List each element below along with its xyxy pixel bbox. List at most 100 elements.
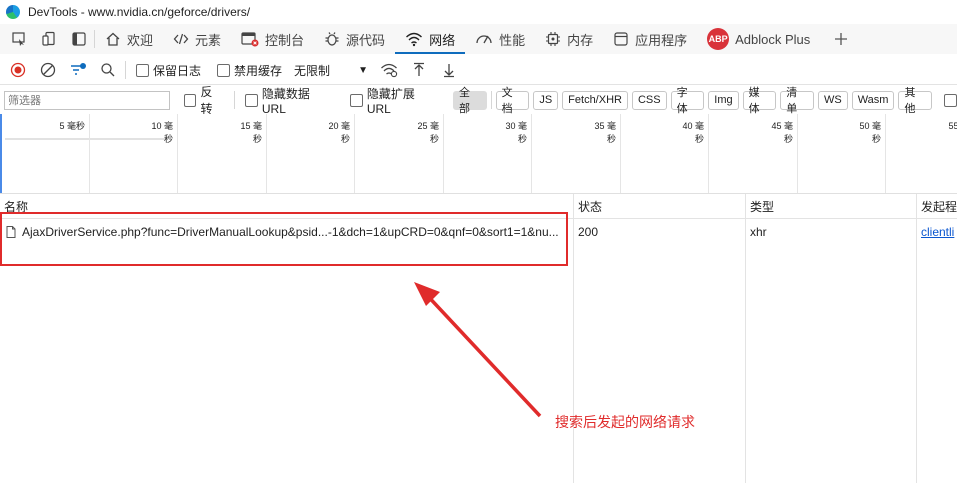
- tab-label: 源代码: [346, 32, 386, 48]
- annotation-text: 搜索后发起的网络请求: [555, 414, 695, 430]
- tab-sources[interactable]: 源代码: [314, 24, 395, 54]
- network-overview-timeline[interactable]: 5 毫秒 10 毫秒 15 毫秒 20 毫秒 25 毫秒 30 毫秒 35 毫秒 40 毫秒 4…: [0, 114, 957, 194]
- type-filter-fetch-xhr[interactable]: Fetch/XHR: [562, 90, 628, 110]
- column-header-status[interactable]: 状态: [574, 194, 745, 219]
- gauge-icon: [476, 35, 492, 44]
- hide-data-url-checkbox[interactable]: 隐藏数据 URL: [245, 85, 336, 116]
- timeline-tick-label: 25 毫秒: [417, 121, 439, 144]
- throttling-select[interactable]: 无限制 ▼: [290, 60, 372, 80]
- timeline-gridline: [354, 114, 355, 193]
- filter-separator: [490, 91, 492, 109]
- bug-icon: [325, 32, 339, 46]
- column-header-type[interactable]: 类型: [746, 194, 916, 219]
- request-initiator-cell[interactable]: clientli: [917, 220, 957, 244]
- timeline-tick-label: 40 毫秒: [682, 121, 704, 144]
- filter-icon: [71, 63, 86, 75]
- tab-label: 网络: [429, 32, 456, 48]
- disable-cache-label: 禁用缓存: [234, 63, 283, 78]
- checkbox-box[interactable]: [136, 63, 149, 77]
- timeline-tick-label: 55 毫秒: [948, 121, 957, 131]
- timeline-gridline: [531, 114, 532, 193]
- tab-welcome[interactable]: 欢迎: [95, 24, 163, 54]
- window-titlebar: DevTools - www.nvidia.cn/geforce/drivers…: [0, 0, 957, 24]
- type-filter-all[interactable]: 全部: [453, 87, 487, 115]
- checkbox-box[interactable]: [183, 93, 197, 107]
- timeline-gridline: [443, 114, 444, 193]
- checkbox-box[interactable]: [217, 63, 231, 77]
- abp-icon: ABP: [707, 28, 730, 50]
- type-filter-font[interactable]: 字体: [670, 87, 705, 115]
- timeline-gridline: [177, 114, 178, 193]
- tab-label: 应用程序: [635, 32, 688, 48]
- hide-extension-url-label: 隐藏扩展 URL: [366, 86, 415, 116]
- filter-input[interactable]: 筛选器: [4, 90, 170, 110]
- code-icon: [173, 33, 189, 45]
- window-title: DevTools - www.nvidia.cn/geforce/drivers…: [28, 5, 251, 19]
- type-filter-img[interactable]: Img: [708, 90, 739, 110]
- type-filter-js[interactable]: JS: [533, 90, 559, 110]
- disable-cache-checkbox[interactable]: 禁用缓存: [217, 62, 282, 79]
- checkbox-box[interactable]: [350, 93, 363, 107]
- timeline-gridline: [266, 114, 267, 193]
- toolbar-separator: [125, 61, 126, 79]
- hide-extension-url-checkbox[interactable]: 隐藏扩展 URL: [350, 85, 441, 116]
- search-icon: [101, 63, 115, 77]
- inspect-element-icon[interactable]: [4, 24, 34, 54]
- timeline-gridline: [708, 114, 709, 193]
- upload-icon: [414, 62, 425, 76]
- checkbox-box[interactable]: [245, 93, 258, 107]
- tab-label: Adblock Plus: [735, 31, 811, 47]
- timeline-tick-label: 50 毫秒: [859, 121, 881, 144]
- home-icon: [106, 32, 120, 46]
- request-type-cell: xhr: [750, 225, 767, 239]
- console-icon: [241, 32, 259, 47]
- blocked-requests-checkbox[interactable]: [944, 93, 957, 107]
- type-filter-wasm[interactable]: Wasm: [851, 90, 895, 110]
- tab-network[interactable]: 网络: [395, 24, 466, 54]
- timeline-tick-label: 10 毫秒: [151, 121, 173, 144]
- preserve-log-checkbox[interactable]: 保留日志: [136, 62, 201, 79]
- highlight-box: [0, 212, 568, 266]
- timeline-request-bar: [5, 138, 166, 140]
- timeline-marker: [0, 114, 2, 193]
- type-filter-doc[interactable]: 文档: [495, 87, 530, 115]
- type-filter-ws[interactable]: WS: [817, 90, 848, 110]
- tab-elements[interactable]: 元素: [163, 24, 231, 54]
- tab-adblock-plus[interactable]: ABP Adblock Plus: [697, 24, 820, 54]
- search-button[interactable]: [95, 57, 121, 83]
- app-icon: [614, 32, 628, 46]
- timeline-tick-label: 5 毫秒: [59, 121, 85, 131]
- timeline-tick-label: 15 毫秒: [240, 121, 262, 144]
- tab-label: 内存: [567, 32, 594, 48]
- wifi-icon: [406, 32, 423, 47]
- invert-label: 反转: [200, 85, 213, 116]
- timeline-tick-label: 45 毫秒: [771, 121, 793, 144]
- clear-icon: [40, 62, 56, 78]
- import-har-button[interactable]: [406, 57, 432, 83]
- network-conditions-button[interactable]: [376, 57, 402, 83]
- preserve-log-label: 保留日志: [153, 63, 202, 78]
- tab-memory[interactable]: 内存: [535, 24, 603, 54]
- devtools-tabbar: 欢迎 元素 控制台 源代码 网络 性能 内存 应用程序 ABP Adblock …: [0, 24, 957, 54]
- device-emulation-icon[interactable]: [34, 24, 64, 54]
- type-filter-css[interactable]: CSS: [631, 90, 667, 110]
- hide-data-url-label: 隐藏数据 URL: [261, 86, 310, 116]
- tab-label: 欢迎: [127, 32, 154, 48]
- filter-toggle-button[interactable]: [65, 57, 91, 83]
- type-filter-other[interactable]: 其他: [898, 87, 933, 115]
- more-tools-plus-icon[interactable]: [826, 24, 856, 54]
- dock-side-icon[interactable]: [64, 24, 94, 54]
- column-header-initiator[interactable]: 发起程: [917, 194, 957, 219]
- type-filter-manifest[interactable]: 清单: [780, 87, 814, 115]
- tab-label: 性能: [499, 32, 526, 48]
- type-filter-media[interactable]: 媒体: [742, 87, 777, 115]
- tab-application[interactable]: 应用程序: [603, 24, 697, 54]
- timeline-tick-label: 20 毫秒: [328, 121, 350, 144]
- record-button[interactable]: [5, 57, 31, 83]
- tab-performance[interactable]: 性能: [465, 24, 535, 54]
- invert-checkbox[interactable]: 反转: [183, 83, 224, 117]
- export-har-button[interactable]: [436, 57, 462, 83]
- tab-console[interactable]: 控制台: [231, 24, 314, 54]
- initiator-link[interactable]: clientli: [921, 225, 954, 239]
- clear-button[interactable]: [35, 57, 61, 83]
